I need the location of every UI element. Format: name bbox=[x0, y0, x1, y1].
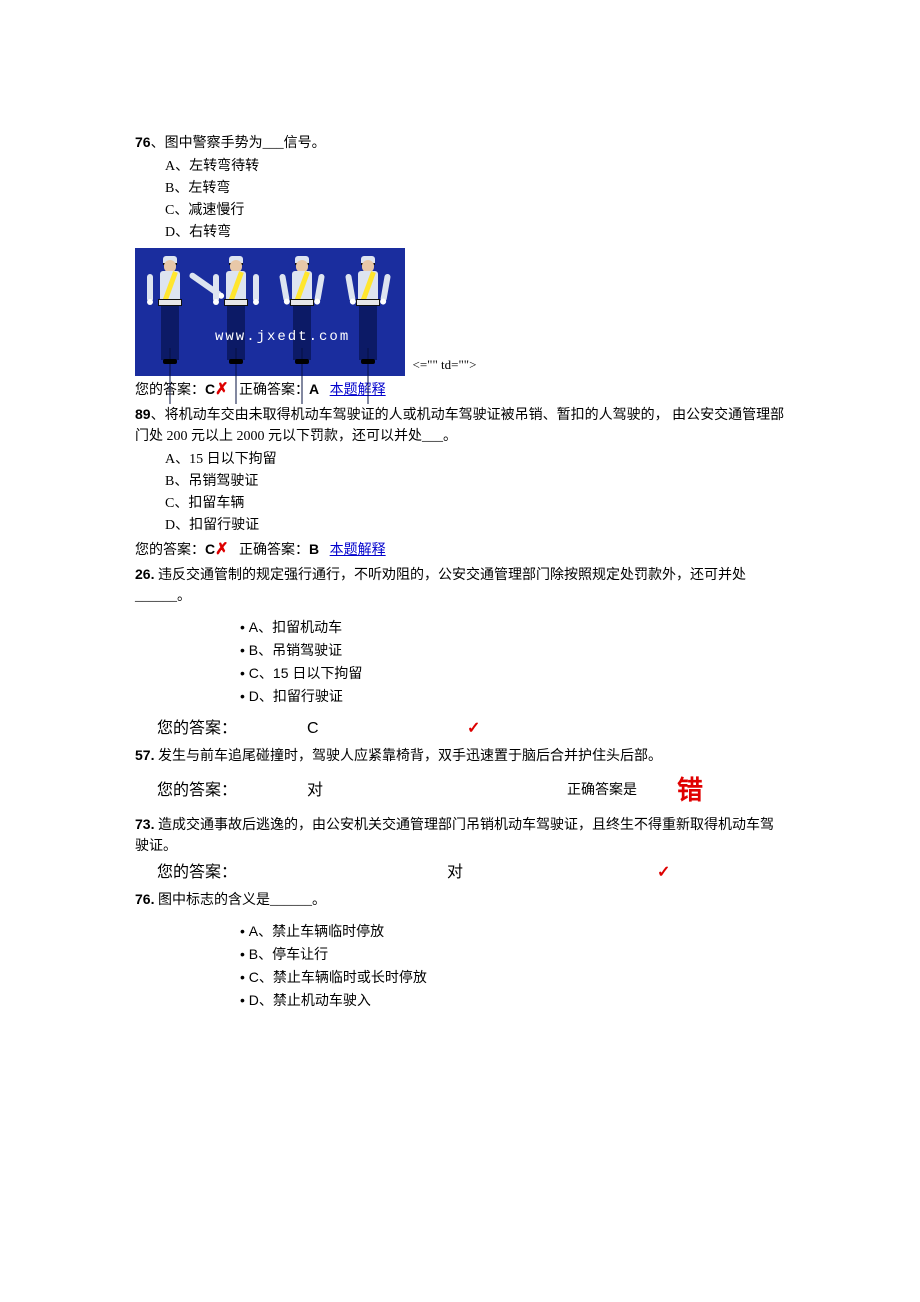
q76a-your-answer: C bbox=[205, 381, 215, 397]
q89-stem: 89、将机动车交由未取得机动车驾驶证的人或机动车驾驶证被吊销、暂扣的人驾驶的， … bbox=[135, 404, 785, 447]
q26-option-d: D、扣留行驶证 bbox=[240, 686, 785, 707]
q76a-correct-answer: A bbox=[309, 381, 319, 397]
q76a-answer-line: 您的答案：C✗ 正确答案：A 本题解释 bbox=[135, 378, 785, 402]
q57-your-answer: 对 bbox=[307, 779, 467, 803]
q26-option-a: A、扣留机动车 bbox=[240, 617, 785, 638]
q57-number: 57. bbox=[135, 747, 154, 763]
q76b-option-d: D、禁止机动车驶入 bbox=[240, 990, 785, 1011]
q26-option-c: C、15 日以下拘留 bbox=[240, 663, 785, 684]
q89-option-d: D、扣留行驶证 bbox=[165, 515, 785, 536]
q26-stem: 26. 违反交通管制的规定强行通行，不听劝阻的，公安交通管理部门除按照规定处罚款… bbox=[135, 564, 785, 607]
wrong-x-icon: ✗ bbox=[215, 381, 228, 398]
q76b-stem-text: 图中标志的含义是______。 bbox=[154, 893, 326, 908]
q26-option-b: B、吊销驾驶证 bbox=[240, 640, 785, 661]
q89-stem-text: 、将机动车交由未取得机动车驾驶证的人或机动车驾驶证被吊销、暂扣的人驾驶的， 由公… bbox=[135, 408, 784, 444]
q73-answer-row: 您的答案： 对 ✓ bbox=[135, 861, 785, 885]
q26-stem-text: 违反交通管制的规定强行通行，不听劝阻的，公安交通管理部门除按照规定处罚款外，还可… bbox=[135, 568, 746, 604]
your-answer-label: 您的答案： bbox=[135, 861, 447, 885]
q73-stem: 73. 造成交通事故后逃逸的，由公安机关交通管理部门吊销机动车驾驶证，且终生不得… bbox=[135, 814, 785, 857]
q76b-option-b: B、停车让行 bbox=[240, 944, 785, 965]
q76b-option-a: A、禁止车辆临时停放 bbox=[240, 921, 785, 942]
correct-check-icon: ✓ bbox=[657, 861, 757, 885]
correct-answer-label: 正确答案： bbox=[239, 543, 309, 558]
your-answer-label: 您的答案： bbox=[135, 779, 307, 803]
q76b-stem: 76. 图中标志的含义是______。 bbox=[135, 889, 785, 911]
wrong-x-icon: ✗ bbox=[215, 541, 228, 558]
q76a-after-image-text: <="" td=""> bbox=[409, 357, 477, 372]
q73-stem-text: 造成交通事故后逃逸的，由公安机关交通管理部门吊销机动车驾驶证，且终生不得重新取得… bbox=[135, 818, 774, 854]
q26-number: 26. bbox=[135, 566, 154, 582]
your-answer-label: 您的答案： bbox=[135, 543, 205, 558]
q89-options: A、15 日以下拘留 B、吊销驾驶证 C、扣留车辆 D、扣留行驶证 bbox=[135, 449, 785, 536]
q26-options: A、扣留机动车 B、吊销驾驶证 C、15 日以下拘留 D、扣留行驶证 bbox=[135, 617, 785, 707]
q76a-option-b: B、左转弯 bbox=[165, 178, 785, 199]
q76a-stem-text: 、图中警察手势为___信号。 bbox=[151, 136, 326, 151]
correct-answer-is-label: 正确答案是 bbox=[567, 780, 677, 801]
q89-number: 89 bbox=[135, 406, 151, 422]
q76b-option-c: C、禁止车辆临时或长时停放 bbox=[240, 967, 785, 988]
q76a-number: 76 bbox=[135, 134, 151, 150]
police-figure-3 bbox=[281, 260, 323, 370]
explain-link[interactable]: 本题解释 bbox=[330, 543, 386, 558]
q89-option-c: C、扣留车辆 bbox=[165, 493, 785, 514]
q73-number: 73. bbox=[135, 816, 154, 832]
q76b-number: 76. bbox=[135, 891, 154, 907]
q26-answer-row: 您的答案： C ✓ bbox=[135, 717, 785, 741]
police-signal-image: www.jxedt.com bbox=[135, 248, 405, 376]
q89-answer-line: 您的答案：C✗ 正确答案：B 本题解释 bbox=[135, 538, 785, 562]
police-figure-1 bbox=[149, 260, 191, 370]
correct-answer-label: 正确答案： bbox=[239, 383, 309, 398]
correct-check-icon: ✓ bbox=[467, 717, 567, 741]
q57-answer-row: 您的答案： 对 正确答案是 错 bbox=[135, 771, 785, 810]
explain-link[interactable]: 本题解释 bbox=[330, 383, 386, 398]
image-watermark: www.jxedt.com bbox=[215, 327, 350, 348]
q76a-stem: 76、图中警察手势为___信号。 bbox=[135, 132, 785, 154]
q89-your-answer: C bbox=[205, 541, 215, 557]
q89-option-a: A、15 日以下拘留 bbox=[165, 449, 785, 470]
q76a-option-d: D、右转弯 bbox=[165, 222, 785, 243]
police-figure-2 bbox=[215, 260, 257, 370]
q57-correct-answer: 错 bbox=[677, 771, 703, 810]
q89-correct-answer: B bbox=[309, 541, 319, 557]
q57-stem-text: 发生与前车追尾碰撞时，驾驶人应紧靠椅背，双手迅速置于脑后合并护住头后部。 bbox=[154, 749, 662, 764]
your-answer-label: 您的答案： bbox=[135, 717, 307, 741]
q89-option-b: B、吊销驾驶证 bbox=[165, 471, 785, 492]
q73-your-answer: 对 bbox=[447, 861, 657, 885]
q57-stem: 57. 发生与前车追尾碰撞时，驾驶人应紧靠椅背，双手迅速置于脑后合并护住头后部。 bbox=[135, 745, 785, 767]
q76a-image-row: www.jxedt.com <="" td=""> bbox=[135, 244, 785, 376]
q76a-option-a: A、左转弯待转 bbox=[165, 156, 785, 177]
q76a-option-c: C、减速慢行 bbox=[165, 200, 785, 221]
q76b-options: A、禁止车辆临时停放 B、停车让行 C、禁止车辆临时或长时停放 D、禁止机动车驶… bbox=[135, 921, 785, 1011]
q26-your-answer: C bbox=[307, 717, 467, 741]
q76a-options: A、左转弯待转 B、左转弯 C、减速慢行 D、右转弯 bbox=[135, 156, 785, 243]
police-figure-4 bbox=[347, 260, 389, 370]
